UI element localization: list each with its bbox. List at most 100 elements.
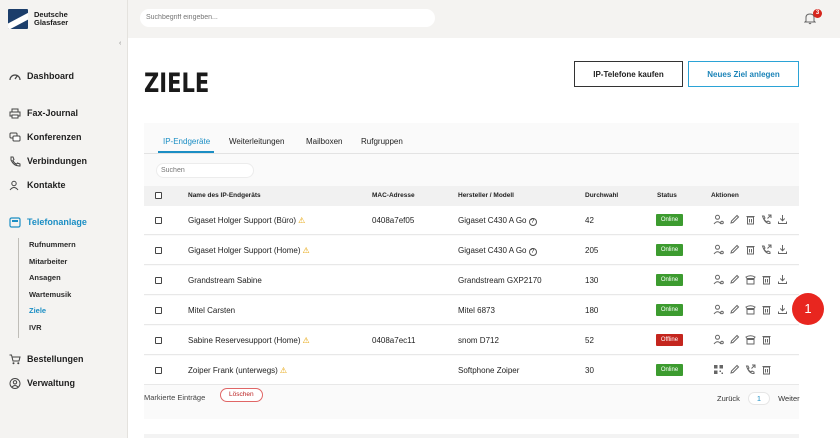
nav-kontakte[interactable]: Kontakte: [8, 179, 66, 191]
delete-selected-button[interactable]: Löschen: [220, 388, 263, 402]
new-target-button[interactable]: Neues Ziel anlegen: [688, 61, 799, 87]
tab-mailboxen[interactable]: Mailboxen: [306, 137, 342, 146]
brand-logo[interactable]: Deutsche Glasfaser: [8, 9, 68, 29]
tab-ip-endgeraete[interactable]: IP-Endgeräte: [163, 137, 210, 146]
next-page-link[interactable]: Weiter: [778, 394, 800, 403]
nav-bestellungen[interactable]: Bestellungen: [8, 353, 84, 365]
edit-pencil-icon[interactable]: [729, 244, 740, 255]
device-name: Gigaset Holger Support (Home): [188, 246, 301, 255]
table-row[interactable]: Gigaset Holger Support (Büro) ⚠ 0408a7ef0…: [144, 206, 799, 235]
subnav-rufnummern[interactable]: Rufnummern: [29, 238, 76, 255]
assign-user-icon[interactable]: [713, 274, 724, 285]
delete-trash-icon[interactable]: [761, 364, 772, 375]
col-name[interactable]: Name des IP-Endgeräts: [188, 192, 261, 199]
nav-fax-journal[interactable]: Fax-Journal: [8, 107, 78, 119]
phone-system-icon: [8, 216, 22, 228]
subnav-ivr[interactable]: IVR: [29, 321, 76, 338]
sidebar: Deutsche Glasfaser ‹ Dashboard Fax-Journ…: [0, 0, 128, 438]
subnav-wartemusik[interactable]: Wartemusik: [29, 288, 76, 305]
nav-verbindungen[interactable]: Verbindungen: [8, 155, 87, 167]
assign-user-icon[interactable]: [713, 334, 724, 345]
assign-user-icon[interactable]: [713, 244, 724, 255]
table-search-input[interactable]: [156, 163, 254, 178]
notification-badge: 3: [813, 9, 822, 18]
previous-page-link[interactable]: Zurück: [717, 394, 740, 403]
row-checkbox[interactable]: [155, 217, 162, 224]
vendor-model: Softphone Zoiper: [458, 366, 520, 375]
table-row[interactable]: Grandstream Sabine Grandstream GXP2170 1…: [144, 266, 799, 295]
tab-rufgruppen[interactable]: Rufgruppen: [361, 137, 403, 146]
subnav-ansagen[interactable]: Ansagen: [29, 271, 76, 288]
nav-dashboard[interactable]: Dashboard: [8, 70, 74, 82]
help-icon[interactable]: ?: [528, 248, 537, 256]
row-checkbox[interactable]: [155, 307, 162, 314]
help-icon[interactable]: ?: [528, 218, 537, 226]
call-forward-icon[interactable]: [761, 244, 772, 255]
nav-fax-label: Fax-Journal: [27, 108, 79, 118]
desk-phone-icon[interactable]: [745, 334, 756, 345]
status-badge: Offline: [656, 334, 683, 346]
nav-verwaltung[interactable]: Verwaltung: [8, 377, 75, 389]
table-row[interactable]: Gigaset Holger Support (Home) ⚠ Gigaset C…: [144, 236, 799, 265]
row-actions: [713, 304, 788, 315]
edit-pencil-icon[interactable]: [729, 304, 740, 315]
row-actions: [713, 274, 788, 285]
user-circle-icon: [8, 377, 22, 389]
delete-trash-icon[interactable]: [745, 214, 756, 225]
col-status[interactable]: Status: [657, 192, 677, 199]
row-checkbox[interactable]: [155, 277, 162, 284]
extension: 52: [585, 336, 594, 345]
row-checkbox[interactable]: [155, 367, 162, 374]
device-name: Mitel Carsten: [188, 306, 236, 315]
extension: 130: [585, 276, 599, 285]
nav-verwaltung-label: Verwaltung: [27, 378, 76, 388]
download-icon[interactable]: [777, 214, 788, 225]
current-page[interactable]: 1: [747, 392, 771, 405]
subnav-mitarbeiter[interactable]: Mitarbeiter: [29, 255, 76, 272]
download-icon[interactable]: [777, 274, 788, 285]
desk-phone-icon[interactable]: [745, 274, 756, 285]
global-search-input[interactable]: [140, 9, 435, 27]
main-content: ZIELE IP-Telefone kaufen Neues Ziel anle…: [128, 38, 840, 438]
select-all-checkbox[interactable]: [155, 192, 162, 199]
tab-weiterleitungen[interactable]: Weiterleitungen: [229, 137, 284, 146]
desk-phone-icon[interactable]: [745, 304, 756, 315]
row-checkbox[interactable]: [155, 337, 162, 344]
table-row[interactable]: Sabine Reservesupport (Home) ⚠ 0408a7ec11…: [144, 326, 799, 355]
next-section-edge: [144, 434, 799, 438]
buy-ip-phones-button[interactable]: IP-Telefone kaufen: [574, 61, 683, 87]
download-icon[interactable]: [777, 304, 788, 315]
targets-card: IP-Endgeräte Weiterleitungen Mailboxen R…: [144, 123, 800, 419]
subnav-ziele[interactable]: Ziele: [29, 304, 76, 321]
edit-pencil-icon[interactable]: [729, 214, 740, 225]
table-row[interactable]: Zoiper Frank (unterwegs) ⚠ Softphone Zoip…: [144, 356, 799, 385]
marked-entries-label: Markierte Einträge: [144, 393, 206, 402]
edit-pencil-icon[interactable]: [729, 334, 740, 345]
assign-user-icon[interactable]: [713, 304, 724, 315]
table-row[interactable]: Mitel Carsten Mitel 6873 180 Online: [144, 296, 799, 325]
call-forward-icon[interactable]: [761, 214, 772, 225]
call-forward-icon[interactable]: [745, 364, 756, 375]
delete-trash-icon[interactable]: [761, 274, 772, 285]
gauge-icon: [8, 70, 22, 82]
qr-code-icon[interactable]: [713, 364, 724, 375]
col-mac[interactable]: MAC-Adresse: [372, 192, 415, 199]
nav-konferenzen[interactable]: Konferenzen: [8, 131, 82, 143]
delete-trash-icon[interactable]: [761, 334, 772, 345]
delete-trash-icon[interactable]: [761, 304, 772, 315]
warning-icon: ⚠: [298, 216, 306, 225]
warning-icon: ⚠: [302, 336, 310, 345]
assign-user-icon[interactable]: [713, 214, 724, 225]
nav-telefonanlage[interactable]: Telefonanlage: [8, 216, 87, 228]
collapse-sidebar-icon[interactable]: ‹: [119, 40, 121, 47]
row-checkbox[interactable]: [155, 247, 162, 254]
delete-trash-icon[interactable]: [745, 244, 756, 255]
extension: 30: [585, 366, 594, 375]
edit-pencil-icon[interactable]: [729, 274, 740, 285]
col-ext[interactable]: Durchwahl: [585, 192, 618, 199]
brand-line-2: Glasfaser: [34, 18, 69, 27]
edit-pencil-icon[interactable]: [729, 364, 740, 375]
status-badge: Online: [656, 244, 683, 256]
col-vendor[interactable]: Hersteller / Modell: [458, 192, 514, 199]
download-icon[interactable]: [777, 244, 788, 255]
